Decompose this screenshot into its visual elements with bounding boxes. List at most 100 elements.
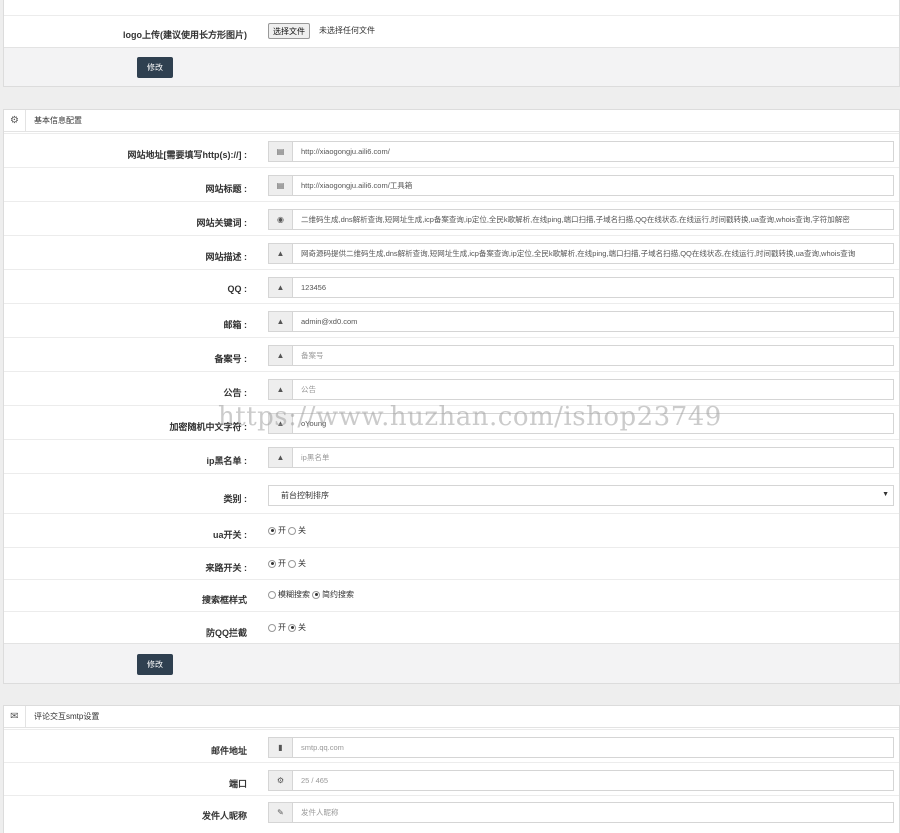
field-row: 加密随机中文字符 : ▲ oYoung bbox=[4, 405, 899, 439]
basic-config-title: 基本信息配置 bbox=[34, 116, 82, 125]
smtp-title: 评论交互smtp设置 bbox=[34, 712, 100, 721]
input-value: oYoung bbox=[301, 419, 327, 428]
field-row: 端口 ⚙ 25 / 465 bbox=[4, 762, 899, 795]
referer-off-radio[interactable] bbox=[288, 559, 296, 568]
ua-on-radio[interactable] bbox=[268, 526, 276, 535]
referer-switch-row: 来路开关 : 开 关 bbox=[4, 547, 899, 579]
simple-search-radio[interactable] bbox=[312, 590, 320, 599]
picture-icon: ▲ bbox=[269, 414, 293, 433]
field-label: QQ : bbox=[227, 284, 248, 294]
field-row: 网站地址[需要填写http(s)://] : ▤ http://xiaogong… bbox=[4, 133, 899, 167]
site-keywords-input[interactable]: ◉ 二维码生成,dns解析查询,短网址生成,icp备案查询,ip定位,全民k歌解… bbox=[268, 209, 894, 230]
field-label: 网站标题 : bbox=[205, 184, 248, 194]
input-value: http://xiaogongju.aili6.com/工具箱 bbox=[301, 181, 413, 190]
qq-block-off-radio[interactable] bbox=[288, 623, 296, 632]
input-value: 网奇源码提供二维码生成,dns解析查询,短网址生成,icp备案查询,ip定位,全… bbox=[301, 249, 856, 258]
smtp-host-input[interactable]: ▮ smtp.qq.com bbox=[268, 737, 894, 758]
sender-name-input[interactable]: ✎ 发件人昵称 bbox=[268, 802, 894, 823]
input-placeholder: smtp.qq.com bbox=[301, 743, 344, 752]
field-row: 网站描述 : ▲ 网奇源码提供二维码生成,dns解析查询,短网址生成,icp备案… bbox=[4, 235, 899, 269]
input-value: 123456 bbox=[301, 283, 327, 292]
field-row: QQ : ▲ 123456 bbox=[4, 269, 899, 303]
gear-icon: ⚙ bbox=[4, 110, 26, 131]
ua-off-radio[interactable] bbox=[288, 526, 296, 535]
logo-form-footer: 修改 bbox=[4, 47, 899, 86]
qq-block-on-radio[interactable] bbox=[268, 623, 276, 632]
field-row: 备案号 : ▲ 备案号 bbox=[4, 337, 899, 371]
input-placeholder: 发件人昵称 bbox=[301, 808, 339, 817]
field-row: 网站关键词 : ◉ 二维码生成,dns解析查询,短网址生成,icp备案查询,ip… bbox=[4, 201, 899, 235]
picture-icon: ▲ bbox=[269, 278, 293, 297]
logo-submit-button[interactable]: 修改 bbox=[137, 57, 173, 78]
picture-icon: ▲ bbox=[269, 312, 293, 331]
field-label: 发件人昵称 bbox=[201, 811, 247, 821]
smtp-panel: ✉ 评论交互smtp设置 邮件地址 ▮ smtp.qq.com 端口 ⚙ 25 … bbox=[3, 705, 900, 833]
ua-switch-radios: 开 关 bbox=[268, 525, 306, 536]
qq-block-label: 防QQ拦截 bbox=[205, 628, 247, 638]
logo-panel: logo上传(建议使用长方形图片) 选择文件 未选择任何文件 修改 bbox=[3, 0, 900, 87]
caret-down-icon: ▼ bbox=[882, 491, 889, 498]
site-url-input[interactable]: ▤ http://xiaogongju.aili6.com/ bbox=[268, 141, 894, 162]
qq-input[interactable]: ▲ 123456 bbox=[268, 277, 894, 298]
icp-number-input[interactable]: ▲ 备案号 bbox=[268, 345, 894, 366]
email-input[interactable]: ▲ admin@xd0.com bbox=[268, 311, 894, 332]
ua-switch-row: ua开关 : 开 关 bbox=[4, 513, 899, 547]
choose-file-button[interactable]: 选择文件 bbox=[268, 23, 310, 39]
picture-icon: ▲ bbox=[269, 448, 293, 467]
input-placeholder: 25 / 465 bbox=[301, 776, 329, 785]
search-style-radios: 模糊搜索 简约搜索 bbox=[268, 589, 354, 600]
field-label: 网站描述 : bbox=[205, 252, 248, 262]
field-row: 公告 : ▲ 公告 bbox=[4, 371, 899, 405]
input-value: admin@xd0.com bbox=[301, 317, 358, 326]
field-label: 加密随机中文字符 : bbox=[169, 422, 248, 432]
field-row: 邮箱 : ▲ admin@xd0.com bbox=[4, 303, 899, 337]
site-title-input[interactable]: ▤ http://xiaogongju.aili6.com/工具箱 bbox=[268, 175, 894, 196]
field-row: 网站标题 : ▤ http://xiaogongju.aili6.com/工具箱 bbox=[4, 167, 899, 201]
file-status-text: 未选择任何文件 bbox=[319, 26, 375, 35]
picture-icon: ▲ bbox=[269, 346, 293, 365]
field-label: 网站关键词 : bbox=[196, 218, 248, 228]
referer-on-radio[interactable] bbox=[268, 559, 276, 568]
radio-label: 简约搜索 bbox=[322, 590, 354, 599]
field-label: 网站地址[需要填写http(s)://] : bbox=[127, 150, 247, 160]
envelope-icon: ✉ bbox=[4, 706, 26, 727]
radio-label: 关 bbox=[298, 526, 306, 535]
field-label: ip黑名单 : bbox=[206, 456, 248, 466]
field-label: 端口 bbox=[228, 779, 247, 789]
notice-input[interactable]: ▲ 公告 bbox=[268, 379, 894, 400]
field-label: 公告 : bbox=[223, 388, 248, 398]
input-value: http://xiaogongju.aili6.com/ bbox=[301, 147, 390, 156]
site-description-input[interactable]: ▲ 网奇源码提供二维码生成,dns解析查询,短网址生成,icp备案查询,ip定位… bbox=[268, 243, 894, 264]
basic-config-panel: ⚙ 基本信息配置 网站地址[需要填写http(s)://] : ▤ http:/… bbox=[3, 109, 900, 684]
logo-upload-row: logo上传(建议使用长方形图片) bbox=[4, 15, 899, 47]
id-card-icon: ▤ bbox=[269, 142, 293, 161]
logo-upload-label: logo上传(建议使用长方形图片) bbox=[123, 30, 247, 40]
basic-submit-button[interactable]: 修改 bbox=[137, 654, 173, 675]
referer-switch-radios: 开 关 bbox=[268, 558, 306, 569]
id-card-icon: ▤ bbox=[269, 176, 293, 195]
category-select[interactable]: 前台控制排序 ▼ bbox=[268, 485, 894, 506]
category-selected: 前台控制排序 bbox=[281, 491, 329, 500]
radio-label: 模糊搜索 bbox=[278, 590, 310, 599]
radio-label: 开 bbox=[278, 559, 286, 568]
fuzzy-search-radio[interactable] bbox=[268, 590, 276, 599]
eye-icon: ◉ bbox=[269, 210, 293, 229]
basic-form-footer: 修改 bbox=[4, 643, 899, 683]
radio-label: 关 bbox=[298, 623, 306, 632]
picture-icon: ▲ bbox=[269, 380, 293, 399]
referer-switch-label: 来路开关 : bbox=[205, 563, 248, 573]
edit-icon: ✎ bbox=[269, 803, 293, 822]
field-row: ip黑名单 : ▲ ip黑名单 bbox=[4, 439, 899, 473]
cogs-icon: ⚙ bbox=[269, 771, 293, 790]
category-label: 类别 : bbox=[223, 494, 248, 504]
random-chars-input[interactable]: ▲ oYoung bbox=[268, 413, 894, 434]
field-row: 发件人昵称 ✎ 发件人昵称 bbox=[4, 795, 899, 833]
radio-label: 关 bbox=[298, 559, 306, 568]
smtp-port-input[interactable]: ⚙ 25 / 465 bbox=[268, 770, 894, 791]
category-row: 类别 : 前台控制排序 ▼ bbox=[4, 473, 899, 513]
input-placeholder: 备案号 bbox=[301, 351, 324, 360]
field-label: 备案号 : bbox=[214, 354, 248, 364]
ip-blacklist-input[interactable]: ▲ ip黑名单 bbox=[268, 447, 894, 468]
ua-switch-label: ua开关 : bbox=[212, 530, 247, 540]
field-row: 邮件地址 ▮ smtp.qq.com bbox=[4, 729, 899, 762]
